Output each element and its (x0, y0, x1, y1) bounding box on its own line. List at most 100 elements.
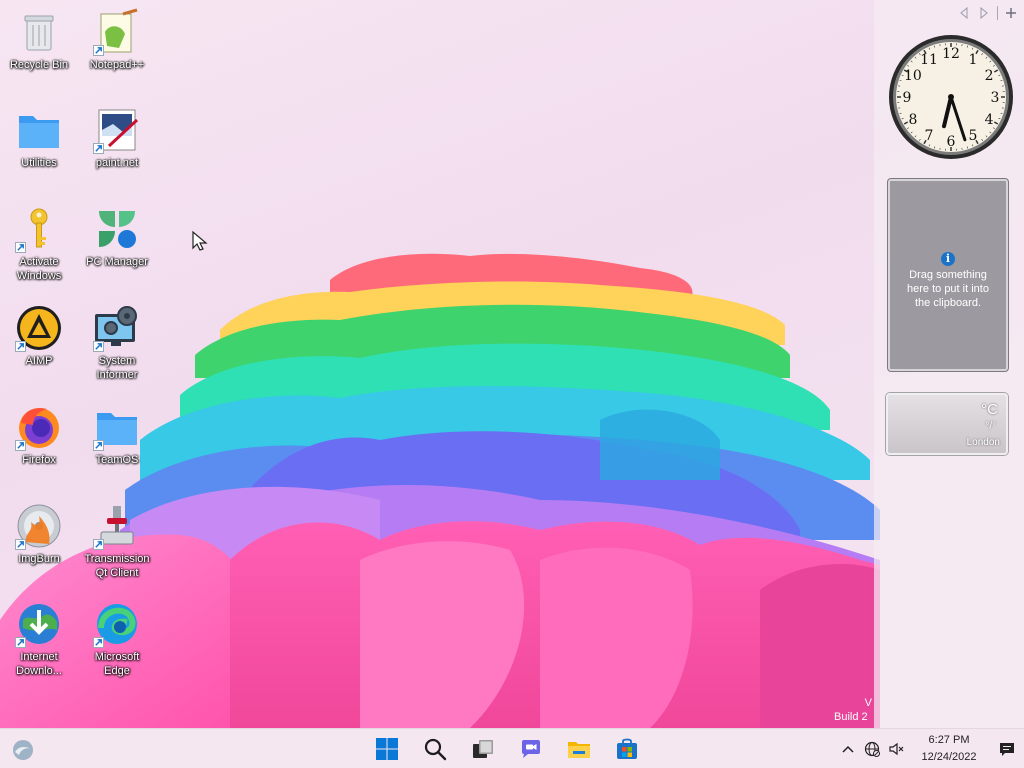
desktop-icon-label: Utilities (21, 157, 57, 169)
clock-numeral: 10 (904, 68, 922, 84)
taskbar: 6:27 PM 12/24/2022 (0, 728, 1024, 768)
chat-button[interactable] (512, 733, 550, 765)
shortcut-arrow-icon (15, 539, 26, 550)
paint-net-icon (93, 106, 141, 154)
desktop-icon-imgburn[interactable]: ImgBurn (0, 502, 79, 566)
network-button[interactable] (860, 737, 884, 761)
clock-numeral: 3 (991, 90, 1000, 106)
previous-page-icon[interactable] (957, 6, 971, 20)
file-explorer-button[interactable] (560, 733, 598, 765)
file-explorer-icon (568, 742, 590, 758)
desktop-icon-label: Microsoft Edge (94, 651, 140, 677)
volume-button[interactable] (884, 737, 908, 761)
shortcut-arrow-icon (93, 637, 104, 648)
desktop-icon-activate-windows[interactable]: Activate Windows (0, 205, 79, 283)
desktop-icon-label: PC Manager (86, 256, 148, 268)
search-button[interactable] (416, 733, 454, 765)
shortcut-arrow-icon (93, 341, 104, 352)
desktop-icon-paint-net[interactable]: paint.net (77, 106, 157, 170)
imgburn-icon (15, 502, 63, 550)
desktop-icon-label: System Informer (96, 355, 138, 381)
info-icon: i (941, 252, 955, 266)
system-tray: 6:27 PM 12/24/2022 (836, 729, 1024, 768)
shortcut-arrow-icon (93, 143, 104, 154)
gadget-sidebar: 12 1 2 3 4 5 6 7 8 9 10 11 i Drag something here to… (874, 0, 1024, 728)
desktop-icon-transmission[interactable]: Transmission Qt Client (77, 502, 157, 580)
clipboard-hint-text: Drag something here to put it into the c… (907, 269, 989, 309)
notification-center-button[interactable] (990, 729, 1024, 768)
watermark-line-2: Build 2 (834, 711, 868, 723)
sidebar-divider (997, 6, 998, 20)
desktop-icon-label: Activate Windows (16, 256, 62, 282)
add-gadget-icon[interactable] (1004, 6, 1018, 20)
notepad-plus-plus-icon (93, 8, 141, 56)
recycle-bin-icon (15, 8, 63, 56)
desktop-icon-label: TeamOS (95, 454, 139, 466)
chevron-up-icon (842, 745, 854, 753)
taskbar-pinned-apps (368, 733, 646, 765)
desktop-icon-recycle-bin[interactable]: Recycle Bin (0, 8, 79, 72)
weather-temperature-unit: °C (981, 401, 998, 418)
transmission-icon (93, 502, 141, 550)
desktop-icon-pc-manager[interactable]: PC Manager (77, 205, 157, 269)
desktop-icon-label: Transmission Qt Client (84, 553, 150, 579)
system-informer-icon (93, 304, 141, 352)
clock-numeral: 11 (920, 52, 938, 68)
desktop-icon-label: Firefox (22, 454, 56, 466)
clock-numeral: 12 (942, 46, 960, 62)
next-page-icon[interactable] (977, 6, 991, 20)
shortcut-arrow-icon (15, 242, 26, 253)
clock-numeral: 9 (903, 90, 912, 106)
taskbar-date: 12/24/2022 (921, 751, 977, 763)
clipboard-gadget[interactable]: i Drag something here to put it into the… (888, 179, 1008, 371)
shortcut-arrow-icon (93, 45, 104, 56)
shortcut-arrow-icon (93, 539, 104, 550)
pc-manager-icon (93, 205, 141, 253)
desktop-icon-aimp[interactable]: AIMP (0, 304, 79, 368)
widgets-icon[interactable] (10, 737, 36, 763)
task-view-button[interactable] (464, 733, 502, 765)
chat-icon (522, 740, 540, 758)
microsoft-store-button[interactable] (608, 733, 646, 765)
clock-gadget[interactable]: 12 1234567891011 (886, 32, 1016, 162)
show-hidden-icons-button[interactable] (836, 737, 860, 761)
internet-download-manager-icon (15, 600, 63, 648)
aimp-icon (15, 304, 63, 352)
weather-city: London (966, 437, 1000, 448)
folder-icon (15, 106, 63, 154)
desktop-icon-teamos[interactable]: TeamOS (77, 403, 157, 467)
sidebar-controls (957, 6, 1018, 20)
desktop-icon-notepad-plus-plus[interactable]: Notepad++ (77, 8, 157, 72)
search-icon (424, 738, 447, 761)
edge-icon (93, 600, 141, 648)
desktop-icon-system-informer[interactable]: System Informer (77, 304, 157, 382)
desktop-icon-label: AIMP (25, 355, 53, 367)
watermark-line-1: V (864, 697, 872, 709)
folder-icon (93, 403, 141, 451)
shortcut-arrow-icon (93, 440, 104, 451)
desktop-icon-label: Recycle Bin (9, 59, 69, 71)
notification-icon (1000, 743, 1014, 756)
weather-temperature-range: °/° (985, 421, 996, 432)
shortcut-arrow-icon (15, 341, 26, 352)
key-icon (15, 205, 63, 253)
clock-numeral: 8 (908, 112, 917, 128)
desktop-icon-label: paint.net (95, 157, 139, 169)
desktop-icon-firefox[interactable]: Firefox (0, 403, 79, 467)
speaker-muted-icon (889, 742, 904, 756)
mouse-pointer-icon (192, 230, 208, 251)
desktop-icon-microsoft-edge[interactable]: Microsoft Edge (77, 600, 157, 678)
weather-gadget[interactable]: °C °/° London (886, 393, 1008, 455)
desktop-icon-utilities[interactable]: Utilities (0, 106, 79, 170)
task-view-icon (473, 740, 493, 758)
clock-numeral: 4 (985, 112, 994, 128)
desktop-icon-label: ImgBurn (18, 553, 60, 565)
desktop-icon-internet-download-manager[interactable]: Internet Downlo... (0, 600, 79, 678)
start-button[interactable] (368, 733, 406, 765)
taskbar-clock[interactable]: 6:27 PM 12/24/2022 (912, 732, 986, 766)
clock-numeral: 1 (969, 52, 978, 68)
shortcut-arrow-icon (15, 637, 26, 648)
store-icon (617, 738, 637, 759)
globe-icon (864, 741, 880, 757)
shortcut-arrow-icon (15, 440, 26, 451)
